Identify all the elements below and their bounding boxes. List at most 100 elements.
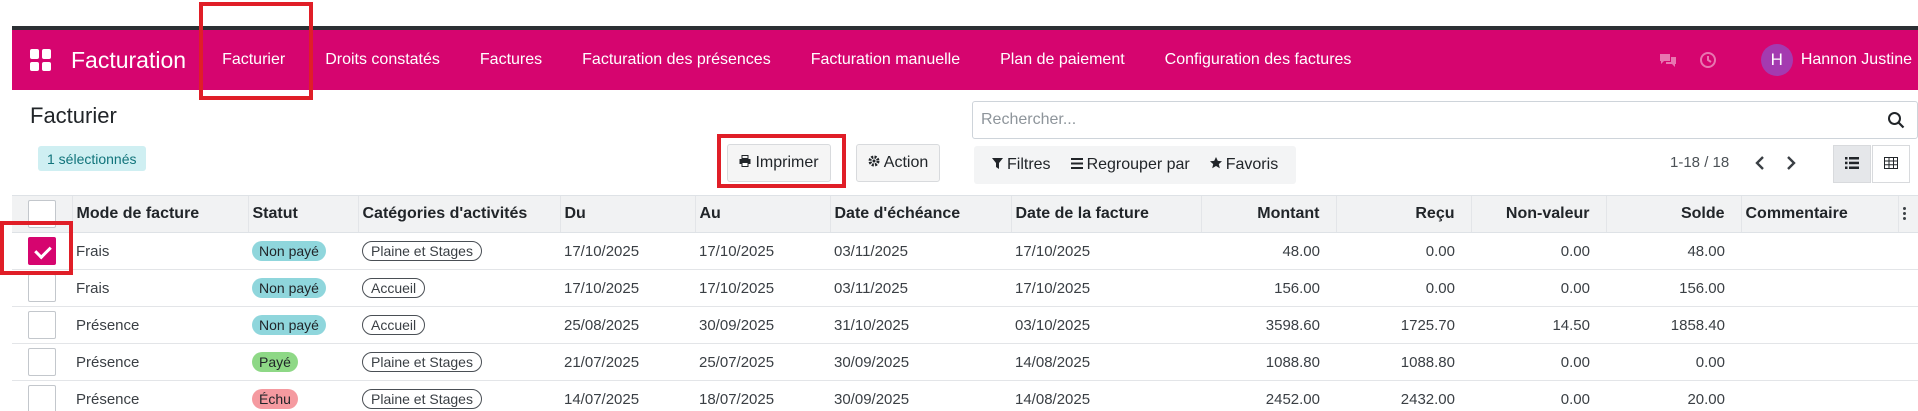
user-name[interactable]: Hannon Justine: [1801, 51, 1912, 69]
cell-date-facture: 14/08/2025: [1011, 343, 1201, 381]
filters-label: Filtres: [1007, 156, 1051, 173]
search-icon[interactable]: [1887, 111, 1907, 131]
cell-au: 18/07/2025: [695, 380, 830, 411]
group-by-toggle[interactable]: Regrouper par: [1061, 156, 1200, 174]
nav-facturation-manuelle[interactable]: Facturation manuelle: [791, 30, 980, 90]
row-checkbox[interactable]: [28, 348, 56, 376]
column-non-valeur[interactable]: Non-valeur: [1470, 195, 1606, 233]
row-end-cell: [1898, 269, 1918, 307]
favorites-label: Favoris: [1225, 156, 1279, 173]
cell-categorie: Plaine et Stages: [358, 232, 560, 270]
row-end-cell: [1898, 232, 1918, 270]
favorites-toggle[interactable]: Favoris: [1200, 156, 1288, 174]
row-checkbox[interactable]: [28, 385, 56, 411]
user-avatar[interactable]: H: [1760, 44, 1793, 76]
star-icon: [1209, 156, 1222, 174]
column-statut[interactable]: Statut: [247, 195, 358, 233]
column-date-facture[interactable]: Date de la facture: [1010, 195, 1201, 233]
cell-commentaire: [1741, 306, 1898, 344]
category-tag: Plaine et Stages: [362, 389, 482, 409]
column-recu[interactable]: Reçu: [1335, 195, 1471, 233]
cell-categorie: Plaine et Stages: [358, 343, 560, 381]
cell-statut: Échu: [248, 380, 358, 411]
cell-solde: 1858.40: [1606, 306, 1741, 344]
filter-icon: [992, 156, 1003, 174]
cell-non-valeur: 0.00: [1471, 232, 1606, 270]
row-checkbox[interactable]: [28, 274, 56, 302]
cell-echeance: 30/09/2025: [830, 343, 1011, 381]
pager-next-icon[interactable]: [1781, 153, 1801, 173]
print-button[interactable]: Imprimer: [727, 144, 831, 182]
row-select-cell: [12, 380, 72, 411]
column-solde[interactable]: Solde: [1605, 195, 1741, 233]
cell-montant: 3598.60: [1201, 306, 1336, 344]
table-row[interactable]: Frais Non payé Plaine et Stages 17/10/2025 1…: [12, 232, 1918, 270]
cell-mode: Présence: [72, 380, 248, 411]
cell-commentaire: [1741, 343, 1898, 381]
cell-date-facture: 17/10/2025: [1011, 232, 1201, 270]
cell-montant: 2452.00: [1201, 380, 1336, 411]
action-button[interactable]: Action: [856, 144, 940, 182]
cell-echeance: 03/11/2025: [830, 269, 1011, 307]
cell-statut: Non payé: [248, 306, 358, 344]
cell-recu: 0.00: [1336, 232, 1471, 270]
nav-droits-constates[interactable]: Droits constatés: [305, 30, 460, 90]
chat-icon[interactable]: [1657, 49, 1679, 71]
list-view-button[interactable]: [1833, 145, 1871, 183]
nav-factures[interactable]: Factures: [460, 30, 562, 90]
row-end-cell: [1898, 343, 1918, 381]
selection-count-badge: 1 sélectionnés: [38, 146, 146, 171]
search-box: [972, 101, 1918, 139]
column-au[interactable]: Au: [694, 195, 830, 233]
cell-au: 30/09/2025: [695, 306, 830, 344]
cell-echeance: 03/11/2025: [830, 232, 1011, 270]
cell-commentaire: [1741, 380, 1898, 411]
nav-plan-paiement[interactable]: Plan de paiement: [980, 30, 1145, 90]
bars-icon: [1070, 156, 1083, 174]
cell-non-valeur: 14.50: [1471, 306, 1606, 344]
print-label: Imprimer: [755, 154, 819, 171]
nav-configuration-factures[interactable]: Configuration des factures: [1145, 30, 1372, 90]
column-commentaire[interactable]: Commentaire: [1740, 195, 1898, 233]
cell-recu: 1088.80: [1336, 343, 1471, 381]
nav-facturier[interactable]: Facturier: [202, 30, 305, 90]
cell-echeance: 31/10/2025: [830, 306, 1011, 344]
table-row[interactable]: Présence Payé Plaine et Stages 21/07/2025 25…: [12, 343, 1918, 381]
column-du[interactable]: Du: [559, 195, 695, 233]
clock-icon[interactable]: [1697, 49, 1719, 71]
column-mode[interactable]: Mode de facture: [71, 195, 248, 233]
cell-montant: 1088.80: [1201, 343, 1336, 381]
column-options-icon[interactable]: [1902, 205, 1907, 222]
apps-grid-icon[interactable]: [30, 49, 52, 71]
group-by-label: Regrouper par: [1086, 156, 1190, 173]
cell-mode: Présence: [72, 306, 248, 344]
status-badge: Non payé: [252, 315, 326, 335]
pivot-view-button[interactable]: [1872, 145, 1910, 183]
cell-mode: Présence: [72, 343, 248, 381]
column-options-cell: [1897, 195, 1918, 233]
cell-mode: Frais: [72, 269, 248, 307]
column-echeance[interactable]: Date d'échéance: [829, 195, 1011, 233]
nav-facturation-presences[interactable]: Facturation des présences: [562, 30, 791, 90]
cell-recu: 1725.70: [1336, 306, 1471, 344]
cell-date-facture: 03/10/2025: [1011, 306, 1201, 344]
status-badge: Non payé: [252, 278, 326, 298]
pager-value[interactable]: 1-18 / 18: [1670, 154, 1729, 171]
row-checkbox[interactable]: [28, 311, 56, 339]
select-all-cell: [12, 195, 72, 233]
filters-toggle[interactable]: Filtres: [982, 156, 1061, 174]
row-select-cell: [12, 306, 72, 344]
column-montant[interactable]: Montant: [1200, 195, 1336, 233]
select-all-checkbox[interactable]: [27, 200, 56, 228]
category-tag: Accueil: [362, 278, 426, 298]
table-row[interactable]: Présence Non payé Accueil 25/08/2025 30/09/2…: [12, 306, 1918, 344]
cell-recu: 2432.00: [1336, 380, 1471, 411]
table-row[interactable]: Frais Non payé Accueil 17/10/2025 17/10/2025…: [12, 269, 1918, 307]
column-categories[interactable]: Catégories d'activités: [357, 195, 560, 233]
row-checkbox[interactable]: [28, 237, 56, 265]
app-brand[interactable]: Facturation: [71, 47, 186, 74]
search-input[interactable]: [981, 111, 1917, 129]
pager-previous-icon[interactable]: [1750, 153, 1770, 173]
table-row[interactable]: Présence Échu Plaine et Stages 14/07/2025 18…: [12, 380, 1918, 411]
category-tag: Plaine et Stages: [362, 241, 482, 261]
